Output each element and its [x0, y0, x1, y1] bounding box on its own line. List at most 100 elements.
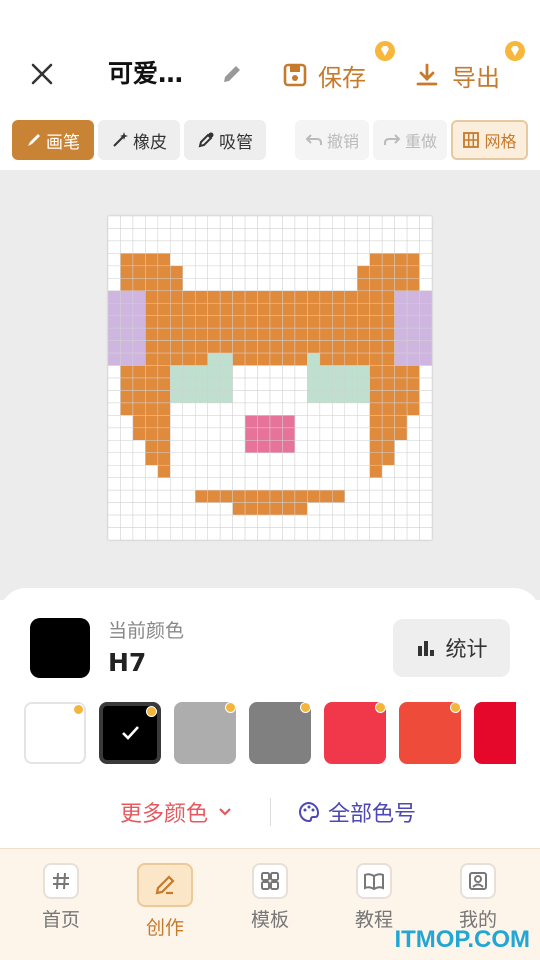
bead-cell — [194, 365, 208, 379]
grid-toggle-button[interactable]: 网格 — [451, 120, 528, 160]
bead-cell — [244, 352, 258, 366]
bead-cell — [219, 377, 233, 391]
bead-cell — [107, 502, 121, 516]
brush-tool-button[interactable]: 画笔 — [12, 120, 94, 160]
nav-templates[interactable]: 模板 — [230, 863, 310, 932]
bead-cell — [294, 253, 308, 267]
bead-cell — [381, 440, 395, 454]
export-label: 导出 — [452, 63, 500, 92]
bead-cell — [194, 514, 208, 528]
palette-swatch[interactable] — [24, 702, 86, 764]
bead-cell — [294, 415, 308, 429]
bead-cell — [120, 278, 134, 292]
palette-swatch[interactable] — [399, 702, 461, 764]
bead-cell — [207, 514, 221, 528]
bead-cell — [381, 377, 395, 391]
vip-gem-icon — [505, 41, 525, 61]
nav-create[interactable]: 创作 — [125, 863, 205, 940]
bead-cell — [369, 377, 383, 391]
bead-cell — [182, 527, 196, 541]
bead-cell — [307, 427, 321, 441]
bead-cell — [219, 215, 233, 229]
bead-cell — [182, 240, 196, 254]
bead-cell — [307, 502, 321, 516]
bead-cell — [145, 228, 159, 242]
bead-cell — [120, 215, 134, 229]
bead-cell — [182, 290, 196, 304]
redo-icon — [383, 134, 401, 145]
bead-cell — [419, 452, 433, 466]
bead-cell — [107, 527, 121, 541]
bead-cell — [356, 265, 370, 279]
bead-cell — [194, 315, 208, 329]
bead-cell — [356, 489, 370, 503]
canvas-area[interactable] — [0, 170, 540, 600]
bead-cell — [132, 302, 146, 316]
bead-cell — [182, 390, 196, 404]
all-color-codes-button[interactable]: 全部色号 — [298, 796, 416, 828]
bead-cell — [170, 265, 184, 279]
bead-cell — [307, 527, 321, 541]
bead-cell — [282, 377, 296, 391]
export-button[interactable]: 导出 — [414, 56, 500, 94]
bead-cell — [194, 502, 208, 516]
statistics-button[interactable]: 统计 — [393, 619, 510, 677]
bead-cell — [257, 327, 271, 341]
bead-cell — [182, 440, 196, 454]
bead-cell — [319, 390, 333, 404]
palette-swatch[interactable] — [324, 702, 386, 764]
bead-cell — [257, 402, 271, 416]
bead-cell — [182, 327, 196, 341]
nav-home[interactable]: 首页 — [21, 863, 101, 932]
bead-cell — [294, 240, 308, 254]
more-colors-button[interactable]: 更多颜色 — [120, 796, 232, 828]
bead-cell — [257, 377, 271, 391]
rename-button[interactable] — [218, 60, 246, 88]
nav-mine[interactable]: 我的 — [438, 863, 518, 932]
bead-cell — [207, 477, 221, 491]
eyedropper-tool-button[interactable]: 吸管 — [184, 120, 266, 160]
vip-gem-icon — [450, 702, 461, 713]
bead-cell — [207, 228, 221, 242]
undo-button[interactable]: 撤销 — [295, 120, 369, 160]
bead-cell — [381, 527, 395, 541]
bead-cell — [319, 352, 333, 366]
bead-cell — [207, 302, 221, 316]
palette-swatch[interactable] — [249, 702, 311, 764]
bead-cell — [257, 340, 271, 354]
bead-cell — [294, 290, 308, 304]
eraser-tool-button[interactable]: 橡皮 — [98, 120, 180, 160]
bead-cell — [332, 352, 346, 366]
bead-cell — [232, 452, 246, 466]
bead-cell — [120, 402, 134, 416]
redo-button[interactable]: 重做 — [373, 120, 447, 160]
bead-cell — [282, 228, 296, 242]
bead-cell — [319, 340, 333, 354]
bead-cell — [269, 340, 283, 354]
bead-cell — [145, 340, 159, 354]
bead-cell — [157, 265, 171, 279]
bead-cell — [232, 402, 246, 416]
nav-tutorials[interactable]: 教程 — [334, 863, 414, 932]
palette-swatch[interactable] — [474, 702, 516, 764]
hash-icon — [43, 863, 79, 899]
bead-cell — [232, 253, 246, 267]
bead-cell — [319, 502, 333, 516]
bead-cell — [107, 477, 121, 491]
bead-cell — [406, 290, 420, 304]
save-button[interactable]: 保存 — [282, 56, 366, 94]
bead-cell — [419, 527, 433, 541]
close-button[interactable] — [24, 56, 60, 92]
bead-cell — [244, 240, 258, 254]
palette-swatch[interactable] — [174, 702, 236, 764]
bead-cell — [107, 415, 121, 429]
bead-pattern-canvas[interactable] — [107, 215, 433, 541]
bead-cell — [120, 352, 134, 366]
bead-cell — [244, 390, 258, 404]
bead-cell — [319, 290, 333, 304]
bead-cell — [244, 489, 258, 503]
bead-cell — [194, 489, 208, 503]
palette-swatch[interactable] — [99, 702, 161, 764]
bead-cell — [170, 452, 184, 466]
bead-cell — [219, 402, 233, 416]
